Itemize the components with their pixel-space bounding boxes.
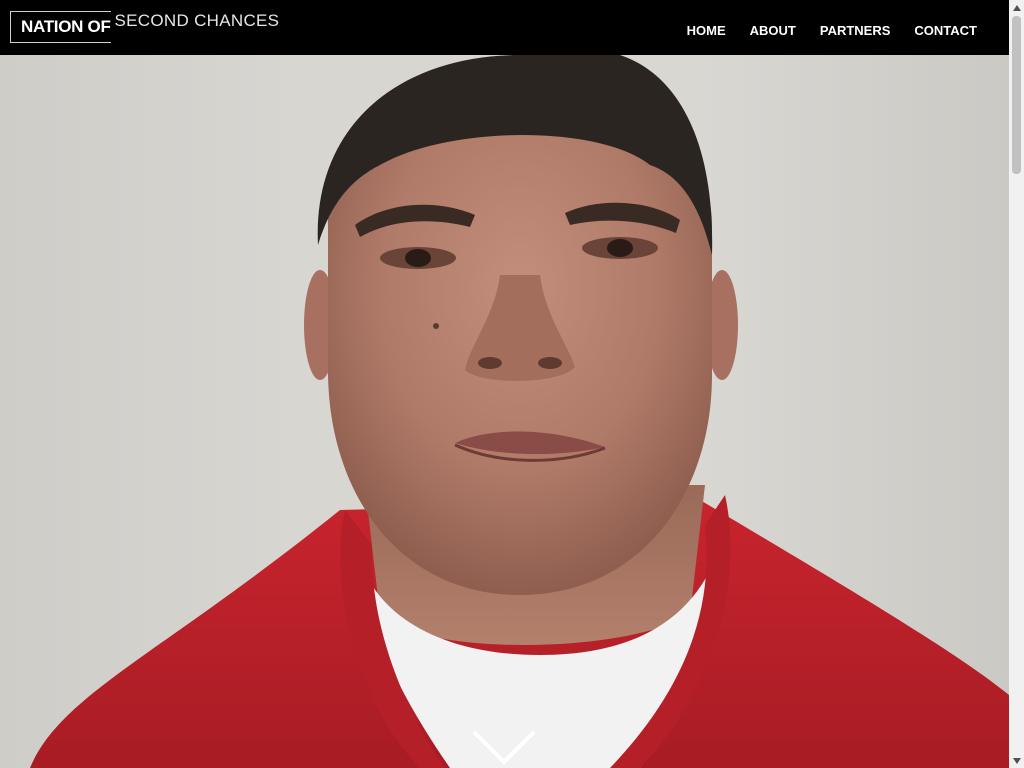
nav-about[interactable]: ABOUT (750, 23, 796, 38)
scroll-down-chevron-icon[interactable] (472, 728, 536, 768)
hero-portrait-image (30, 55, 1009, 768)
main-nav: HOME ABOUT PARTNERS CONTACT (663, 0, 977, 60)
nav-home[interactable]: HOME (687, 23, 726, 38)
page: NATION OF SECOND CHANCES HOME ABOUT PART… (0, 0, 1024, 768)
logo-text-light: SECOND CHANCES (114, 11, 280, 30)
nav-contact[interactable]: CONTACT (914, 23, 977, 38)
scroll-up-arrow-icon[interactable] (1009, 0, 1024, 15)
logo-box: NATION OF (10, 11, 111, 43)
scroll-down-arrow-icon[interactable] (1009, 753, 1024, 768)
site-logo[interactable]: NATION OF SECOND CHANCES (10, 10, 279, 44)
hero-section (0, 55, 1009, 768)
site-header: NATION OF SECOND CHANCES HOME ABOUT PART… (0, 0, 1009, 55)
nav-partners[interactable]: PARTNERS (820, 23, 891, 38)
logo-text-bold: NATION OF (21, 17, 111, 36)
page-scrollbar[interactable] (1009, 0, 1024, 768)
scrollbar-thumb[interactable] (1012, 16, 1021, 174)
